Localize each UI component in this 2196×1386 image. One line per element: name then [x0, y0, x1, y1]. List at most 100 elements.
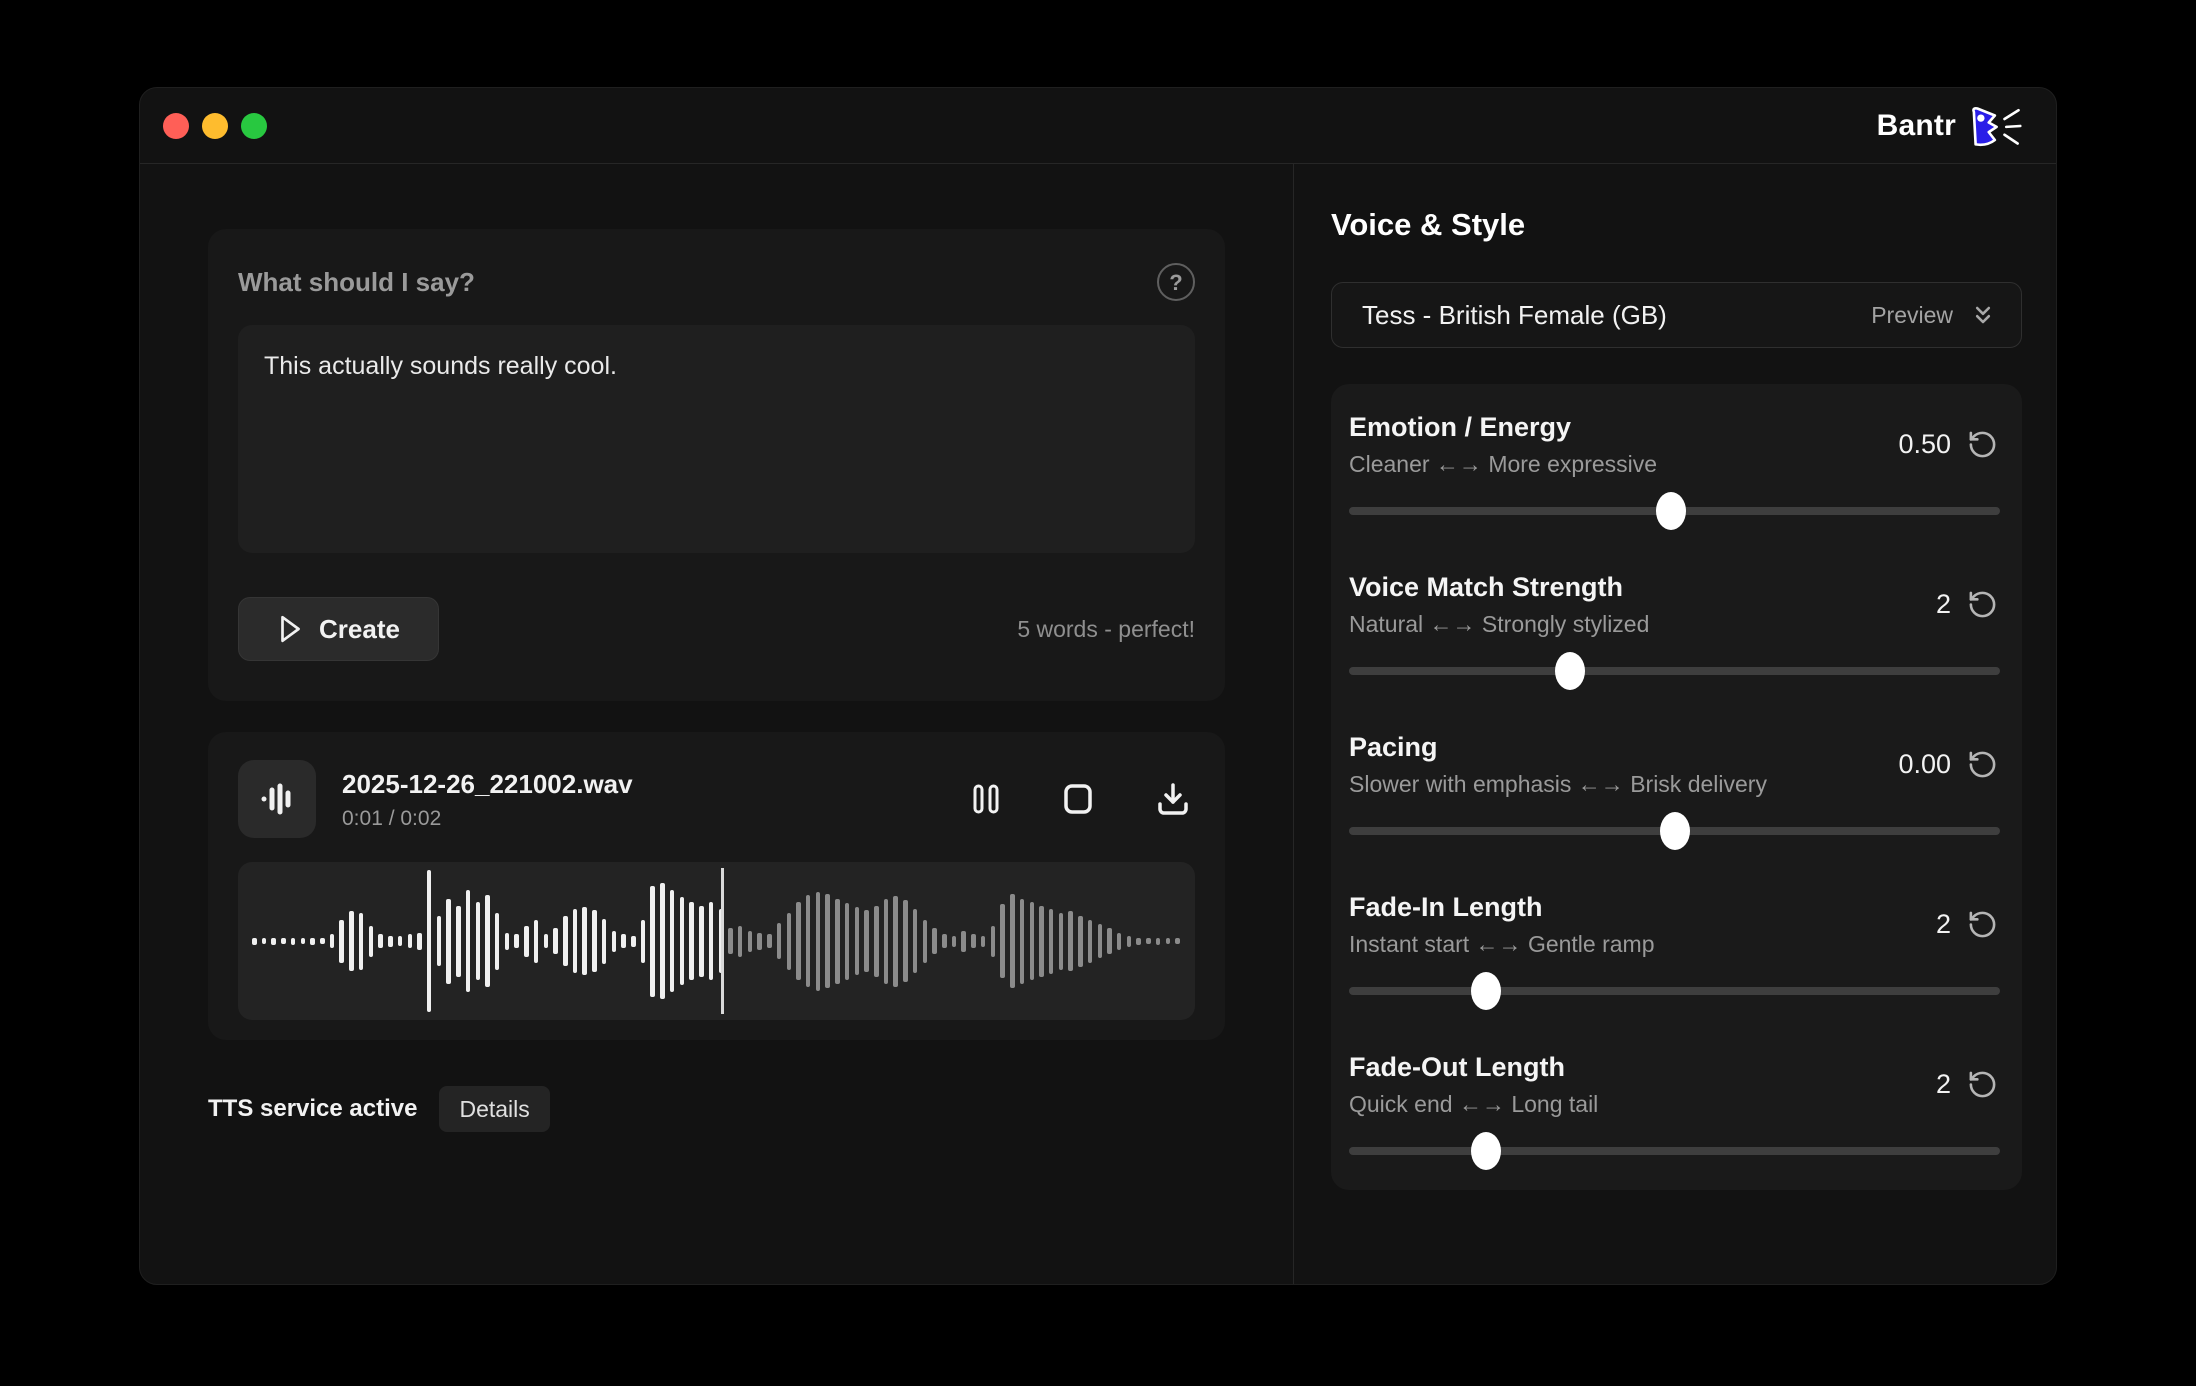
slider-thumb[interactable] — [1660, 812, 1690, 850]
slider-hint: Quick end ←→ Long tail — [1349, 1090, 1598, 1118]
waveform-bar — [369, 926, 374, 957]
waveform-bar — [738, 926, 743, 957]
audio-filename: 2025-12-26_221002.wav — [342, 767, 633, 801]
reset-button[interactable] — [1965, 1067, 2000, 1102]
waveform-bar — [553, 928, 558, 954]
waveform-bar — [466, 890, 471, 992]
rotate-ccw-icon — [1967, 909, 1998, 940]
minimize-button[interactable] — [202, 113, 228, 139]
zoom-button[interactable] — [241, 113, 267, 139]
playhead[interactable] — [721, 868, 724, 1014]
reset-button[interactable] — [1965, 427, 2000, 462]
waveform-bar — [1030, 902, 1035, 980]
waveform-bar — [660, 883, 665, 999]
waveform-bar — [398, 936, 403, 946]
waveform-bar — [1136, 938, 1141, 945]
waveform-bar — [291, 938, 296, 945]
slider-track[interactable] — [1349, 1147, 2000, 1155]
slider-thumb[interactable] — [1471, 972, 1501, 1010]
waveform-bar — [524, 926, 529, 957]
waveform-bars — [252, 862, 1181, 1020]
slider-hint: Natural ←→ Strongly stylized — [1349, 610, 1649, 638]
waveform-bar — [874, 906, 879, 977]
slider-title: Pacing — [1349, 730, 1767, 764]
titlebar: Bantr — [140, 88, 2056, 164]
reset-button[interactable] — [1965, 747, 2000, 782]
waveform-bar — [252, 938, 257, 945]
brand-label: Bantr — [1877, 109, 1956, 143]
waveform-bar — [932, 928, 937, 954]
waveform-bar — [728, 928, 733, 954]
waveform-bar — [456, 906, 461, 977]
waveform-bar — [514, 934, 519, 948]
waveform-bar — [806, 895, 811, 987]
slider-track[interactable] — [1349, 827, 2000, 835]
pause-button[interactable] — [967, 778, 1005, 820]
waveform-bar — [437, 916, 442, 966]
slider-title: Voice Match Strength — [1349, 570, 1649, 604]
slider-value: 2 — [1936, 1069, 1951, 1100]
waveform-bar — [1166, 938, 1171, 944]
waveform-bar — [650, 886, 655, 997]
details-button[interactable]: Details — [439, 1086, 549, 1132]
time-display: 0:01 / 0:02 — [342, 807, 633, 831]
slider-thumb[interactable] — [1656, 492, 1686, 530]
waveform-bar — [1088, 920, 1093, 963]
download-button[interactable] — [1151, 777, 1195, 821]
waveform-bar — [1117, 933, 1122, 950]
waveform-bar — [1098, 924, 1103, 958]
slider-thumb[interactable] — [1471, 1132, 1501, 1170]
reset-button[interactable] — [1965, 907, 2000, 942]
waveform-bar — [748, 931, 753, 952]
stop-button[interactable] — [1057, 778, 1099, 820]
composer-card: What should I say? ? This actually sound… — [208, 229, 1225, 701]
waveform-bar — [1146, 938, 1151, 944]
app-window: Bantr What should I say? ? This actually… — [139, 87, 2057, 1285]
play-icon — [277, 614, 303, 644]
chevrons-down-icon — [1969, 301, 1997, 329]
panel-title: Voice & Style — [1331, 206, 2022, 244]
download-icon — [1155, 781, 1191, 817]
waveform-bar — [1107, 928, 1112, 954]
reset-button[interactable] — [1965, 587, 2000, 622]
waveform-bar — [961, 931, 966, 952]
rotate-ccw-icon — [1967, 589, 1998, 620]
slider-track[interactable] — [1349, 667, 2000, 675]
script-text-input[interactable]: This actually sounds really cool. — [238, 325, 1195, 553]
word-count-hint: 5 words - perfect! — [1017, 616, 1195, 643]
waveform-bar — [534, 920, 539, 963]
slider-group-emotion: Emotion / Energy Cleaner ←→ More express… — [1349, 410, 2000, 570]
waveform[interactable] — [238, 862, 1195, 1020]
slider-value: 2 — [1936, 909, 1951, 940]
waveform-bar — [563, 916, 568, 966]
brand: Bantr — [1877, 103, 2022, 149]
sliders-card: Emotion / Energy Cleaner ←→ More express… — [1331, 384, 2022, 1190]
waveform-bar — [981, 936, 986, 947]
slider-group-voice-match: Voice Match Strength Natural ←→ Strongly… — [1349, 570, 2000, 730]
preview-label[interactable]: Preview — [1871, 302, 1953, 329]
waveform-bar — [310, 938, 315, 945]
slider-hint: Slower with emphasis ←→ Brisk delivery — [1349, 770, 1767, 798]
close-button[interactable] — [163, 113, 189, 139]
waveform-bar — [709, 902, 714, 980]
slider-hint: Instant start ←→ Gentle ramp — [1349, 930, 1655, 958]
waveform-bar — [893, 896, 898, 987]
waveform-bar — [1127, 936, 1132, 947]
waveform-bar — [359, 913, 364, 970]
waveform-bar — [495, 913, 500, 970]
slider-group-pacing: Pacing Slower with emphasis ←→ Brisk del… — [1349, 730, 2000, 890]
slider-track[interactable] — [1349, 987, 2000, 995]
voice-selector[interactable]: Tess - British Female (GB) Preview — [1331, 282, 2022, 348]
waveform-bar — [330, 934, 335, 948]
slider-value: 0.50 — [1898, 429, 1951, 460]
waveform-bar — [408, 934, 413, 948]
waveform-bar — [320, 938, 325, 944]
waveform-bar — [699, 906, 704, 977]
slider-thumb[interactable] — [1555, 652, 1585, 690]
help-icon[interactable]: ? — [1157, 263, 1195, 301]
create-button[interactable]: Create — [238, 597, 439, 661]
brand-logo-icon — [1966, 103, 2022, 149]
waveform-bar — [262, 938, 267, 944]
waveform-bar — [923, 920, 928, 963]
slider-track[interactable] — [1349, 507, 2000, 515]
